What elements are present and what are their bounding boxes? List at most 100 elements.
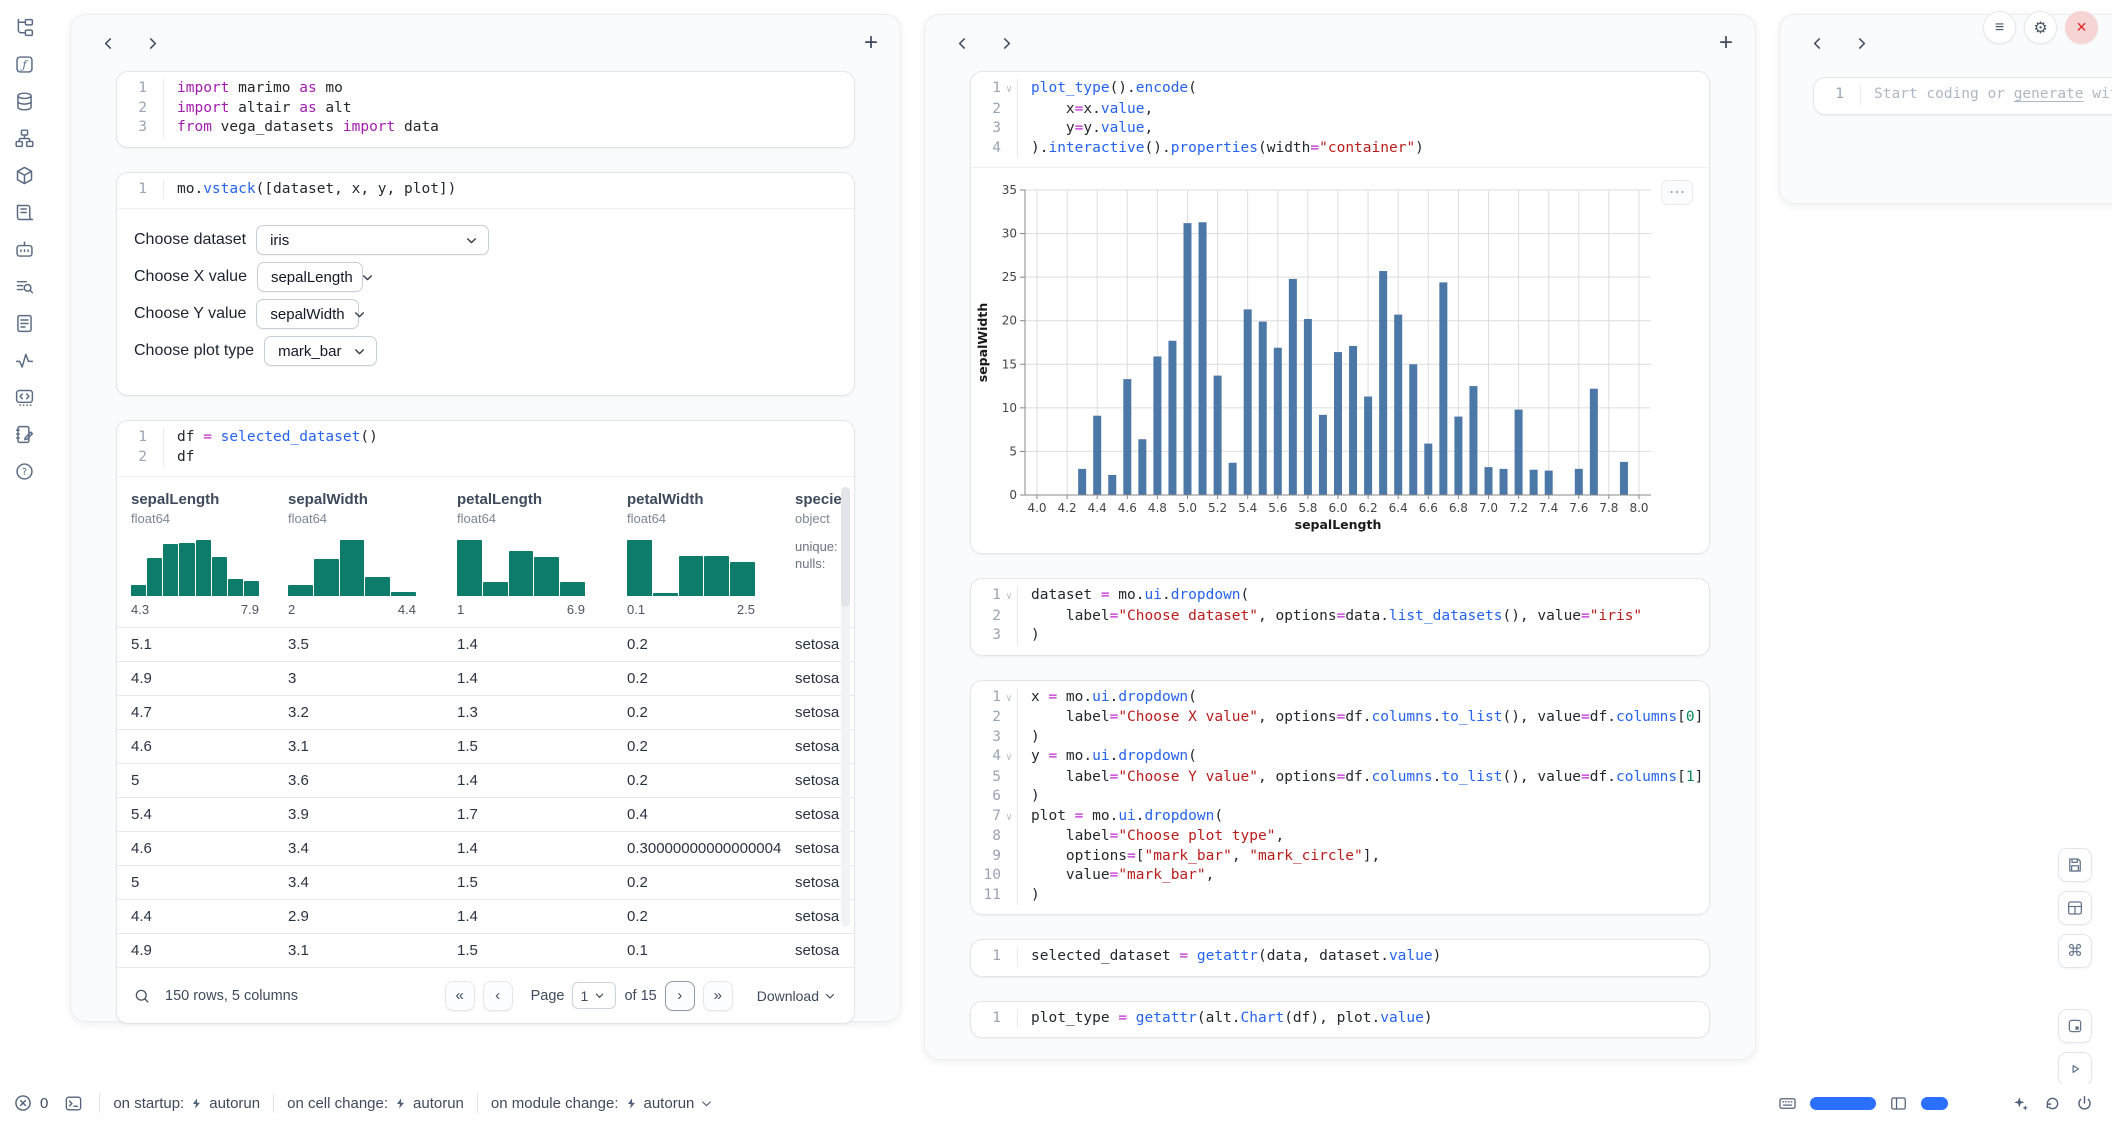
add-cell-button[interactable]: + bbox=[864, 31, 878, 55]
refresh-icon[interactable] bbox=[2043, 1094, 2062, 1113]
layout-panel-icon[interactable] bbox=[2058, 891, 2092, 925]
keyboard-shortcuts-icon[interactable]: ⌘ bbox=[2058, 934, 2092, 968]
table-row: 4.63.41.40.30000000000000004setosa bbox=[117, 831, 854, 865]
code-line: 11) bbox=[971, 886, 1709, 906]
table-cell: 3.1 bbox=[288, 934, 457, 967]
column-next-button[interactable] bbox=[991, 28, 1021, 58]
column-header-petalLength[interactable]: petalLength float64 16.9 bbox=[457, 491, 627, 617]
fold-chevron-icon[interactable]: ∨ bbox=[1001, 587, 1017, 607]
plot-type-select[interactable]: mark_bar bbox=[264, 336, 377, 366]
page-select[interactable]: 1 bbox=[572, 982, 616, 1009]
generate-with-ai-link[interactable]: generate bbox=[2014, 86, 2084, 102]
svg-text:7.4: 7.4 bbox=[1539, 501, 1558, 515]
x-value-label: Choose X value bbox=[134, 268, 247, 286]
function-icon[interactable]: ƒ bbox=[9, 53, 39, 75]
close-icon[interactable]: × bbox=[2065, 11, 2098, 44]
database-icon[interactable] bbox=[9, 90, 39, 112]
code-editor[interactable]: 1∨dataset = mo.ui.dropdown(2 label="Choo… bbox=[971, 579, 1709, 655]
altair-bar-chart[interactable]: 051015202530354.04.24.44.64.85.05.25.45.… bbox=[971, 168, 1710, 550]
column-header-sepalWidth[interactable]: sepalWidth float64 24.4 bbox=[288, 491, 457, 617]
chart-bar bbox=[1620, 462, 1628, 495]
cell-selected-dataset: 1selected_dataset = getattr(data, datase… bbox=[970, 939, 1710, 977]
code-editor[interactable]: 1∨x = mo.ui.dropdown(2 label="Choose X v… bbox=[971, 681, 1709, 915]
code-editor[interactable]: 1 Start coding or generate with AI bbox=[1814, 78, 2112, 114]
activity-icon[interactable] bbox=[9, 349, 39, 371]
fold-chevron-icon[interactable]: ∨ bbox=[1001, 748, 1017, 768]
chart-bar bbox=[1394, 315, 1402, 495]
column-next-button[interactable] bbox=[137, 28, 167, 58]
code-editor[interactable]: 1import marimo as mo2import altair as al… bbox=[117, 72, 854, 147]
code-line: 1df = selected_dataset() bbox=[117, 428, 854, 448]
svg-text:5.6: 5.6 bbox=[1268, 501, 1287, 515]
code-line: 1∨x = mo.ui.dropdown( bbox=[971, 688, 1709, 709]
table-row: 4.73.21.30.2setosa bbox=[117, 695, 854, 729]
column-prev-button[interactable] bbox=[947, 28, 977, 58]
script-icon[interactable] bbox=[9, 201, 39, 223]
search-icon[interactable] bbox=[133, 987, 151, 1005]
chart-bar bbox=[1590, 389, 1598, 495]
package-icon[interactable] bbox=[9, 164, 39, 186]
column-header-sepalLength[interactable]: sepalLength float64 4.37.9 bbox=[131, 491, 288, 617]
code-editor[interactable]: 1plot_type = getattr(alt.Chart(df), plot… bbox=[971, 1002, 1709, 1038]
on-module-change-setting[interactable]: on module change: autorun bbox=[491, 1095, 713, 1112]
error-circle-x-icon bbox=[13, 1093, 33, 1113]
chatbot-icon[interactable] bbox=[9, 238, 39, 260]
graph-icon[interactable] bbox=[9, 127, 39, 149]
code-editor[interactable]: 1∨plot_type().encode(2 x=x.value,3 y=y.v… bbox=[971, 72, 1709, 167]
menu-icon[interactable]: ≡ bbox=[1983, 11, 2016, 44]
column-prev-button[interactable] bbox=[1802, 28, 1832, 58]
table-header: sepalLength float64 4.37.9 sepalWidth fl… bbox=[117, 477, 854, 627]
x-value-select[interactable]: sepalLength bbox=[257, 262, 363, 292]
progress-pill-wide[interactable] bbox=[1810, 1097, 1876, 1110]
next-page-button[interactable]: › bbox=[665, 981, 695, 1011]
scratchpad-icon[interactable] bbox=[9, 423, 39, 445]
power-icon[interactable] bbox=[2075, 1094, 2094, 1113]
error-count-badge[interactable]: 0 bbox=[13, 1093, 48, 1113]
fold-chevron-icon[interactable]: ∨ bbox=[1001, 80, 1017, 100]
document-icon[interactable] bbox=[9, 312, 39, 334]
y-value-select[interactable]: sepalWidth bbox=[256, 299, 359, 329]
fold-chevron-icon[interactable]: ∨ bbox=[1001, 808, 1017, 828]
file-tree-icon[interactable] bbox=[9, 16, 39, 38]
column-header-petalWidth[interactable]: petalWidth float64 0.12.5 bbox=[627, 491, 795, 617]
terminal-icon[interactable] bbox=[64, 1094, 83, 1113]
table-body: 5.13.51.40.2setosa4.931.40.2setosa4.73.2… bbox=[117, 627, 854, 967]
log-search-icon[interactable] bbox=[9, 275, 39, 297]
last-page-button[interactable]: » bbox=[703, 981, 733, 1011]
save-icon[interactable] bbox=[2058, 848, 2092, 882]
on-cell-change-setting[interactable]: on cell change: autorun bbox=[287, 1095, 464, 1112]
table-cell: 1.4 bbox=[457, 764, 627, 797]
first-page-button[interactable]: « bbox=[445, 981, 475, 1011]
line-number: 1 bbox=[117, 79, 163, 99]
lightning-icon bbox=[394, 1097, 407, 1110]
snippets-icon[interactable] bbox=[9, 386, 39, 408]
prev-page-button[interactable]: ‹ bbox=[483, 981, 513, 1011]
form-row: Choose X value sepalLength bbox=[134, 262, 834, 292]
download-button[interactable]: Download bbox=[757, 988, 836, 1004]
column-prev-button[interactable] bbox=[93, 28, 123, 58]
dataset-select[interactable]: iris bbox=[256, 225, 489, 255]
minimap-icon[interactable] bbox=[2058, 1009, 2092, 1043]
line-number: 1 bbox=[971, 1009, 1017, 1029]
on-startup-setting[interactable]: on startup: autorun bbox=[113, 1095, 260, 1112]
table-scrollbar[interactable] bbox=[841, 487, 850, 927]
line-number: 2 bbox=[971, 607, 1017, 627]
add-cell-button[interactable]: + bbox=[1719, 31, 1733, 55]
code-editor[interactable]: 1selected_dataset = getattr(data, datase… bbox=[971, 940, 1709, 976]
chart-bar bbox=[1244, 309, 1252, 495]
status-bar: 0 on startup: autorun on cell change: au… bbox=[0, 1084, 2112, 1122]
progress-pill-short[interactable] bbox=[1921, 1097, 1948, 1110]
settings-gear-icon[interactable]: ⚙ bbox=[2024, 11, 2057, 44]
column-next-button[interactable] bbox=[1846, 28, 1876, 58]
svg-text:7.6: 7.6 bbox=[1569, 501, 1588, 515]
sparkles-icon[interactable] bbox=[2011, 1094, 2030, 1113]
keyboard-icon[interactable] bbox=[1778, 1094, 1797, 1113]
code-editor[interactable]: 1df = selected_dataset()2df bbox=[117, 421, 854, 476]
panel-toggle-icon[interactable] bbox=[1889, 1094, 1908, 1113]
run-icon[interactable] bbox=[2058, 1052, 2092, 1086]
table-row: 53.61.40.2setosa bbox=[117, 763, 854, 797]
help-icon[interactable]: ? bbox=[9, 460, 39, 482]
code-editor[interactable]: 1mo.vstack([dataset, x, y, plot]) bbox=[117, 173, 854, 209]
fold-chevron-icon[interactable]: ∨ bbox=[1001, 689, 1017, 709]
chart-actions-button[interactable]: ⋯ bbox=[1661, 180, 1693, 205]
